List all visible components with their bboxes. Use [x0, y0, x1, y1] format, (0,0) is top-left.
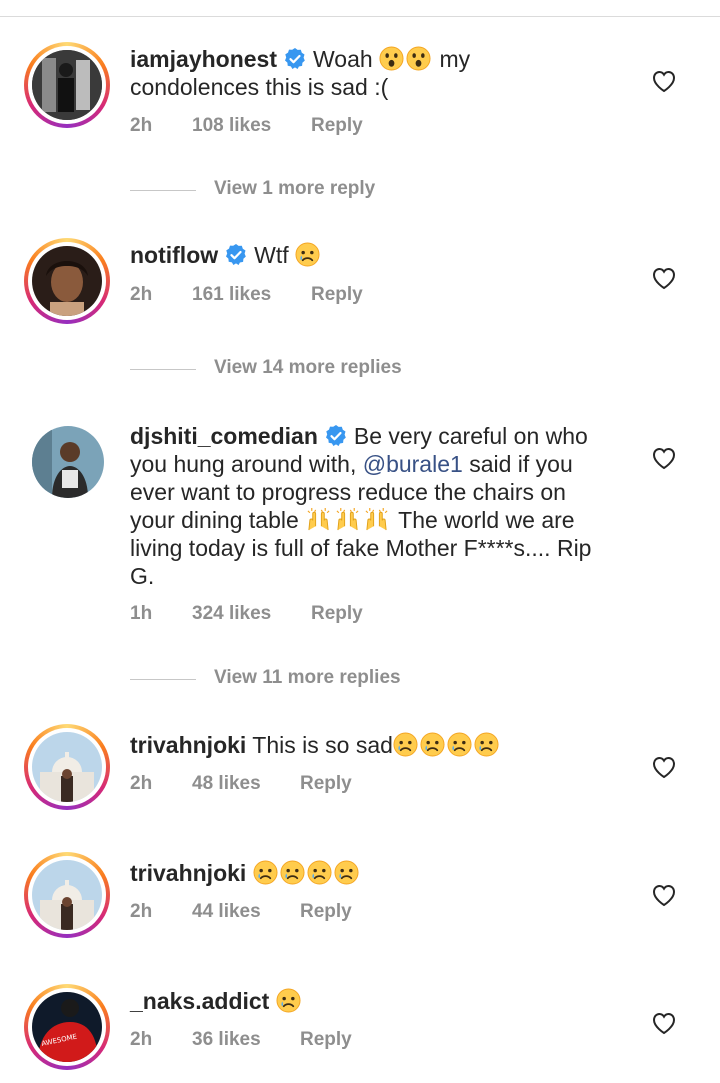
- comment-time: 2h: [130, 773, 153, 794]
- reply-button[interactable]: Reply: [311, 284, 363, 306]
- sad-emoji-icon: [307, 860, 332, 885]
- comment-text: djshiti_comedian Be very careful on who y…: [130, 422, 610, 590]
- view-more-replies-label[interactable]: View 1 more reply: [214, 178, 375, 200]
- comment-body: Wtf: [254, 242, 289, 268]
- comment-body: G.: [130, 563, 155, 589]
- comment-text: iamjayhonest Woah my condolences this is …: [130, 45, 630, 101]
- sad-emoji-icon: [474, 732, 499, 757]
- raised-hands-emoji-icon: [334, 507, 361, 532]
- raised-hands-emoji-icon: [305, 507, 332, 532]
- surprised-emoji-icon: [379, 46, 404, 71]
- reply-button[interactable]: Reply: [300, 901, 352, 923]
- avatar-image: AWESOME: [32, 992, 102, 1062]
- reply-button[interactable]: Reply: [311, 603, 363, 625]
- comment-body: condolences this is sad :(: [130, 74, 389, 100]
- sad-emoji-icon: [393, 732, 418, 757]
- comment-username[interactable]: _naks.addict: [130, 988, 269, 1014]
- comment-text: _naks.addict: [130, 987, 630, 1015]
- comment-likes[interactable]: 44 likes: [192, 901, 261, 923]
- comment-body: my: [439, 46, 471, 72]
- sad-emoji-icon: [334, 860, 359, 885]
- comment-time: 2h: [130, 1029, 153, 1050]
- verified-badge-icon: [224, 243, 248, 267]
- mention-link[interactable]: @burale1: [363, 451, 463, 477]
- comment-likes[interactable]: 324 likes: [192, 603, 271, 625]
- comment-body: The world we are: [398, 507, 575, 533]
- comment-likes[interactable]: 161 likes: [192, 284, 271, 306]
- comment-username[interactable]: iamjayhonest: [130, 46, 277, 72]
- avatar[interactable]: AWESOME: [24, 984, 110, 1070]
- verified-badge-icon: [324, 424, 348, 448]
- comment-body: your dining table: [130, 507, 299, 533]
- comment-body: said if you: [469, 451, 573, 477]
- avatar-image: [32, 50, 102, 120]
- thread-line: [130, 369, 196, 370]
- avatar[interactable]: [24, 42, 110, 128]
- heart-outline-icon[interactable]: [651, 266, 677, 290]
- comment-time: 2h: [130, 901, 153, 922]
- sad-emoji-icon: [280, 860, 305, 885]
- reply-button[interactable]: Reply: [311, 115, 363, 137]
- avatar[interactable]: [24, 724, 110, 810]
- comment-likes[interactable]: 108 likes: [192, 115, 271, 137]
- comment-body: Be very careful on who: [353, 423, 588, 449]
- comment-body: living today is full of fake Mother F***…: [130, 535, 592, 561]
- comment-text: notiflow Wtf: [130, 241, 630, 269]
- avatar[interactable]: [24, 852, 110, 938]
- comment-username[interactable]: notiflow: [130, 242, 218, 268]
- avatar[interactable]: [24, 238, 110, 324]
- thread-line: [130, 679, 196, 680]
- verified-badge-icon: [283, 47, 307, 71]
- comment-body: Woah: [313, 46, 373, 72]
- heart-outline-icon[interactable]: [651, 446, 677, 470]
- surprised-emoji-icon: [406, 46, 431, 71]
- comment-likes[interactable]: 36 likes: [192, 1029, 261, 1051]
- reply-button[interactable]: Reply: [300, 1029, 352, 1051]
- avatar-image: [32, 860, 102, 930]
- avatar[interactable]: [32, 426, 104, 498]
- thread-line: [130, 190, 196, 191]
- comment-username[interactable]: trivahnjoki: [130, 860, 246, 886]
- heart-outline-icon[interactable]: [651, 883, 677, 907]
- comment-time: 1h: [130, 603, 153, 624]
- view-more-replies-label[interactable]: View 11 more replies: [214, 667, 401, 689]
- sad-emoji-icon: [447, 732, 472, 757]
- comment-username[interactable]: djshiti_comedian: [130, 423, 318, 449]
- heart-outline-icon[interactable]: [651, 69, 677, 93]
- comment-body: you hung around with,: [130, 451, 357, 477]
- comment-time: 2h: [130, 284, 153, 305]
- top-divider: [0, 16, 720, 17]
- avatar-image: [32, 426, 104, 498]
- view-more-replies-label[interactable]: View 14 more replies: [214, 357, 402, 379]
- comment-text: trivahnjoki: [130, 859, 630, 887]
- comment-text: trivahnjoki This is so sad: [130, 731, 630, 759]
- comment-body: This is so sad: [252, 732, 393, 758]
- sad-emoji-icon: [253, 860, 278, 885]
- raised-hands-emoji-icon: [363, 507, 390, 532]
- comment-likes[interactable]: 48 likes: [192, 773, 261, 795]
- avatar-image: [32, 246, 102, 316]
- comment-body: ever want to progress reduce the chairs …: [130, 479, 566, 505]
- sad-emoji-icon: [276, 988, 301, 1013]
- heart-outline-icon[interactable]: [651, 755, 677, 779]
- comment-username[interactable]: trivahnjoki: [130, 732, 246, 758]
- reply-button[interactable]: Reply: [300, 773, 352, 795]
- sad-emoji-icon: [420, 732, 445, 757]
- heart-outline-icon[interactable]: [651, 1011, 677, 1035]
- sad-emoji-icon: [295, 242, 320, 267]
- avatar-image: [32, 732, 102, 802]
- comment-time: 2h: [130, 115, 153, 136]
